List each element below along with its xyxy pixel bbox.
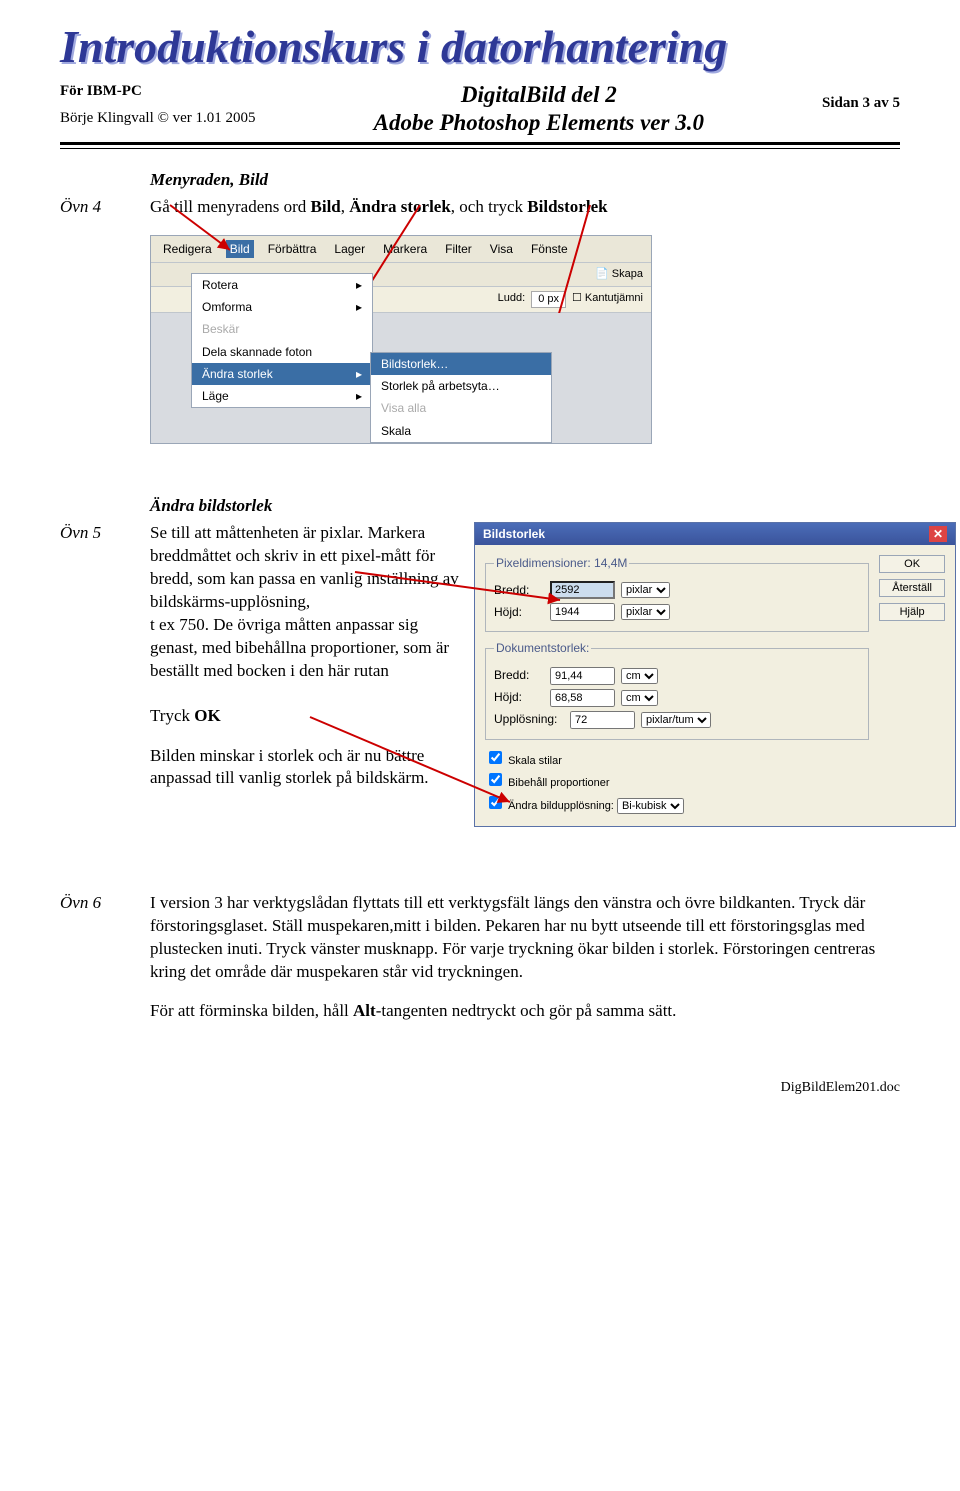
ovn5-label: Övn 5 bbox=[60, 522, 150, 852]
bredd-input bbox=[550, 581, 615, 599]
exercise-6: Övn 6 I version 3 har verktygslådan flyt… bbox=[60, 892, 900, 1040]
ludd-label: Ludd: bbox=[498, 291, 526, 308]
t: , och tryck bbox=[451, 197, 527, 216]
pixeldim-legend: Pixeldimensioner: 14,4M bbox=[494, 555, 629, 571]
dialog-title: Bildstorlek bbox=[483, 527, 545, 541]
screenshot-menu: Redigera Bild Förbättra Lager Markera Fi… bbox=[150, 235, 652, 444]
sub-visa-alla: Visa alla bbox=[371, 397, 551, 419]
doc-bredd-unit: cm bbox=[621, 668, 658, 684]
dialog-reset-button: Återställ bbox=[879, 579, 945, 597]
menu-forbattra: Förbättra bbox=[264, 240, 321, 258]
t: , bbox=[341, 197, 350, 216]
chk-andra-label: Ändra bildupplösning: bbox=[508, 800, 614, 812]
t: OK bbox=[194, 706, 220, 725]
menu-markera: Markera bbox=[379, 240, 431, 258]
menu-bild: Bild bbox=[226, 240, 254, 258]
doc-hojd-unit: cm bbox=[621, 690, 658, 706]
uppl-input bbox=[570, 711, 635, 729]
doc-bredd-label: Bredd: bbox=[494, 667, 544, 683]
menu-fonster: Fönste bbox=[527, 240, 572, 258]
header-left-line2: Börje Klingvall © ver 1.01 2005 bbox=[60, 108, 256, 129]
header-row: För IBM-PC Börje Klingvall © ver 1.01 20… bbox=[60, 81, 900, 136]
sub-bildstorlek: Bildstorlek… bbox=[371, 353, 551, 375]
hojd-input bbox=[550, 603, 615, 621]
chk-prop-label: Bibehåll proportioner bbox=[508, 777, 610, 789]
sub-arbetsyta: Storlek på arbetsyta… bbox=[371, 375, 551, 397]
ovn6-tail: För att förminska bilden, håll Alt-tange… bbox=[150, 1000, 900, 1023]
chk-skala bbox=[489, 751, 502, 764]
t: Gå till menyradens ord bbox=[150, 197, 311, 216]
t: Tryck bbox=[150, 706, 194, 725]
doc-bredd-input bbox=[550, 667, 615, 685]
doc-legend: Dokumentstorlek: bbox=[494, 640, 591, 656]
toolbar-skapa: Skapa bbox=[612, 268, 643, 280]
page-title: Introduktionskurs i datorhantering bbox=[60, 20, 900, 73]
chk-andra bbox=[489, 796, 502, 809]
uppl-unit: pixlar/tum bbox=[641, 712, 711, 728]
chk-skala-label: Skala stilar bbox=[508, 755, 562, 767]
section-title-andra: Ändra bildstorlek bbox=[150, 495, 900, 518]
menu-lager: Lager bbox=[330, 240, 369, 258]
bredd-unit: pixlar bbox=[621, 582, 670, 598]
page-number: Sidan 3 av 5 bbox=[822, 95, 900, 112]
exercise-5: Övn 5 Se till att måttenheten är pixlar.… bbox=[60, 522, 900, 852]
footer-filename: DigBildElem201.doc bbox=[60, 1080, 900, 1096]
dd-rotera: Rotera▸ bbox=[192, 274, 372, 296]
doc-title-line2: Adobe Photoshop Elements ver 3.0 bbox=[374, 109, 704, 137]
resample-select: Bi-kubisk bbox=[617, 798, 684, 814]
hojd-label: Höjd: bbox=[494, 604, 544, 620]
header-left-line1: För IBM-PC bbox=[60, 81, 256, 102]
t: Bildstorlek bbox=[527, 197, 607, 216]
doc-hojd-label: Höjd: bbox=[494, 689, 544, 705]
ludd-value: 0 px bbox=[531, 291, 566, 308]
dd-lage: Läge▸ bbox=[192, 385, 372, 407]
ovn5-para: Se till att måttenheten är pixlar. Marke… bbox=[150, 522, 460, 683]
ovn4-label: Övn 4 bbox=[60, 196, 150, 219]
exercise-4: Övn 4 Gå till menyradens ord Bild, Ändra… bbox=[60, 196, 900, 219]
ovn4-text: Gå till menyradens ord Bild, Ändra storl… bbox=[150, 196, 900, 219]
dialog-help-button: Hjälp bbox=[879, 603, 945, 621]
menu-redigera: Redigera bbox=[159, 240, 216, 258]
menu-filter: Filter bbox=[441, 240, 476, 258]
dd-omforma: Omforma▸ bbox=[192, 296, 372, 318]
t: Ändra storlek bbox=[349, 197, 451, 216]
screenshot-dialog: Bildstorlek ✕ Pixeldimensioner: 14,4M Bre… bbox=[474, 522, 956, 827]
doc-hojd-input bbox=[550, 689, 615, 707]
hojd-unit: pixlar bbox=[621, 604, 670, 620]
dd-beskar: Beskär bbox=[192, 318, 372, 340]
close-icon: ✕ bbox=[929, 526, 947, 542]
chk-prop bbox=[489, 773, 502, 786]
section-title-menyraden: Menyraden, Bild bbox=[150, 169, 900, 192]
double-rule bbox=[60, 142, 900, 149]
uppl-label: Upplösning: bbox=[494, 711, 564, 727]
dd-andra-storlek: Ändra storlek▸ bbox=[192, 363, 372, 385]
ovn6-label: Övn 6 bbox=[60, 892, 150, 1040]
ovn6-body: I version 3 har verktygslådan flyttats t… bbox=[150, 892, 900, 984]
bredd-label: Bredd: bbox=[494, 582, 544, 598]
sub-skala: Skala bbox=[371, 420, 551, 442]
t: Bild bbox=[311, 197, 341, 216]
dialog-ok-button: OK bbox=[879, 555, 945, 573]
menu-visa: Visa bbox=[486, 240, 517, 258]
dd-dela: Dela skannade foton bbox=[192, 341, 372, 363]
doc-title-line1: DigitalBild del 2 bbox=[374, 81, 704, 109]
ovn5-result: Bilden minskar i storlek och är nu bättr… bbox=[150, 745, 460, 791]
kant-label: Kantutjämni bbox=[585, 292, 643, 304]
